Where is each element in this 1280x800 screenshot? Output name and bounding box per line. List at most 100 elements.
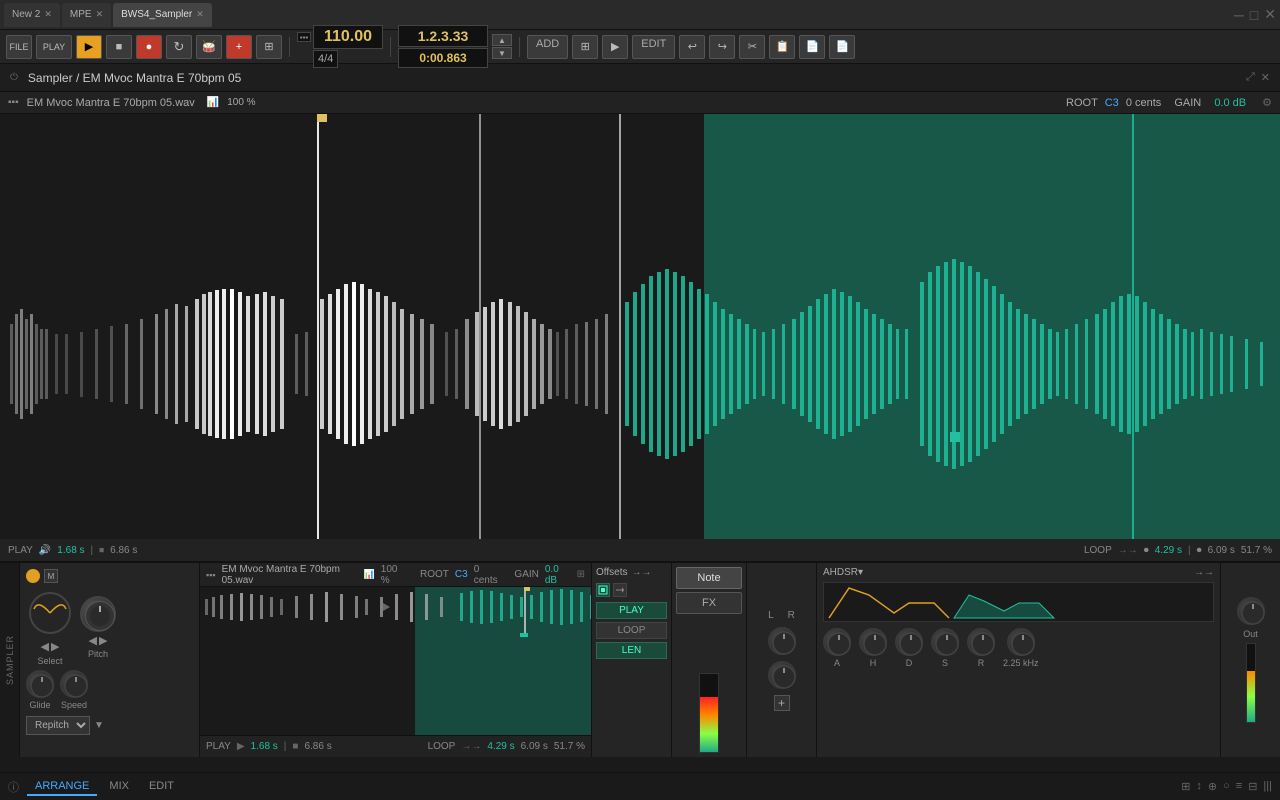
copy-button[interactable]: 📋	[769, 35, 795, 59]
d-knob[interactable]	[895, 628, 923, 656]
r-env-knob[interactable]	[967, 628, 995, 656]
status-icon4[interactable]: ○	[1223, 780, 1230, 793]
window-close-icon[interactable]: ✕	[1264, 6, 1276, 23]
undo-button[interactable]: ↩	[679, 35, 705, 59]
play-pos: 1.68 s	[57, 545, 84, 556]
record-button[interactable]: ●	[136, 35, 162, 59]
ahdsr-header: AHDSR▾ →→	[823, 567, 1214, 578]
waveform-settings-icon[interactable]: ⚙	[1262, 96, 1272, 109]
status-icon6[interactable]: ⊟	[1248, 780, 1257, 793]
offsets-icon1-svg	[598, 585, 608, 595]
play-offset-btn[interactable]: PLAY	[596, 602, 667, 619]
status-icon2[interactable]: ↕	[1196, 780, 1202, 793]
power-indicator[interactable]	[26, 569, 40, 583]
paste-button[interactable]: 📄	[799, 35, 825, 59]
add-button[interactable]: ADD	[527, 35, 568, 59]
tab-bws4[interactable]: BWS4_Sampler ✕	[113, 3, 212, 27]
mute-button[interactable]: M	[44, 569, 58, 583]
play-label-button[interactable]: PLAY	[36, 35, 72, 59]
mix-tab[interactable]: MIX	[101, 778, 137, 796]
metronome-button[interactable]: 🥁	[196, 35, 222, 59]
cursor-button[interactable]: ▶	[602, 35, 628, 59]
status-icon3[interactable]: ⊕	[1208, 780, 1217, 793]
repitch-select[interactable]: Repitch	[26, 716, 90, 735]
repitch-arrow[interactable]: ▼	[94, 720, 104, 731]
sampler-close-icon[interactable]: ✕	[1261, 71, 1270, 84]
freq-knob[interactable]	[1007, 628, 1035, 656]
pos-bars-display[interactable]: 1.2.3.33	[398, 25, 488, 47]
tab-new2[interactable]: New 2 ✕	[4, 3, 60, 27]
status-icon7[interactable]: |||	[1263, 780, 1272, 793]
edit-button[interactable]: EDIT	[632, 35, 675, 59]
r-knob[interactable]	[768, 661, 796, 689]
loop-start: 4.29 s	[1155, 545, 1182, 556]
loop-button[interactable]: ↻	[166, 35, 192, 59]
nudge-up-button[interactable]: ▲	[492, 34, 512, 46]
grid-button[interactable]: ⊞	[572, 35, 598, 59]
prev-arrow[interactable]: ◀	[41, 640, 49, 653]
offsets-section: Offsets →→ PLAY LOOP LEN	[592, 563, 672, 757]
status-icon1[interactable]: ⊞	[1181, 780, 1190, 793]
mini-waveform-header: ▪▪▪ EM Mvoc Mantra E 70bpm 05.wav 📊 100 …	[200, 563, 591, 587]
offsets-arrows-icon[interactable]: →→	[632, 567, 652, 578]
sampler-power-icon[interactable]: ⏻	[10, 72, 18, 83]
mini-waveform-canvas[interactable]	[200, 587, 591, 735]
play-button[interactable]: ▶	[76, 35, 102, 59]
prev-arrow2[interactable]: ◀	[89, 634, 97, 647]
note-button[interactable]: Note	[676, 567, 742, 589]
out-level-fill	[1247, 671, 1255, 722]
sampler-expand-icon[interactable]: ⤢	[1246, 71, 1255, 84]
file-button[interactable]: FILE	[6, 35, 32, 59]
fx-button[interactable]: FX	[676, 592, 742, 614]
ahdsr-arrow-icon[interactable]: →→	[1194, 567, 1214, 578]
loop-offset-btn[interactable]: LOOP	[596, 622, 667, 639]
out-knob[interactable]	[1237, 597, 1265, 625]
waveform-canvas[interactable]	[0, 114, 1280, 539]
cut-button[interactable]: ✂	[739, 35, 765, 59]
waveform-zoom-percent: 100 %	[227, 97, 255, 108]
stop-button[interactable]: ■	[106, 35, 132, 59]
pitch-knob[interactable]	[80, 596, 116, 632]
time-sig-display[interactable]: 4/4	[313, 50, 338, 68]
tab-mpe[interactable]: MPE ✕	[62, 3, 111, 27]
punch-button[interactable]: +	[226, 35, 252, 59]
l-knob[interactable]	[768, 627, 796, 655]
h-knob[interactable]	[859, 628, 887, 656]
status-icon5[interactable]: ≡	[1236, 780, 1242, 793]
h-label: H	[870, 658, 877, 668]
a-knob[interactable]	[823, 628, 851, 656]
next-arrow[interactable]: ▶	[51, 640, 59, 653]
status-info-icon[interactable]: ⓘ	[8, 779, 19, 795]
mini-play-label: PLAY	[206, 741, 231, 752]
knob-row-1: ◀ ▶ Select ◀ ▶	[26, 589, 193, 666]
tab-mpe-close[interactable]: ✕	[96, 9, 104, 20]
mini-loop-start2: 4.29 s	[487, 741, 514, 752]
bpm-display[interactable]: 110.00	[313, 25, 383, 49]
len-offset-btn[interactable]: LEN	[596, 642, 667, 659]
s-knob[interactable]	[931, 628, 959, 656]
paste2-button[interactable]: 📄	[829, 35, 855, 59]
offsets-icon2[interactable]	[613, 583, 627, 597]
total-len: 6.86 s	[110, 545, 137, 556]
mini-play-icon: ▶	[237, 741, 245, 752]
window-minimize-icon[interactable]: ─	[1234, 7, 1244, 23]
glide-knob[interactable]	[26, 670, 54, 698]
edit-tab[interactable]: EDIT	[141, 778, 182, 796]
pattern-button[interactable]: ⊞	[256, 35, 282, 59]
nudge-down-button[interactable]: ▼	[492, 47, 512, 59]
offsets-icon1[interactable]	[596, 583, 610, 597]
pos-time-display[interactable]: 0:00.863	[398, 48, 488, 68]
window-maximize-icon[interactable]: □	[1250, 7, 1258, 23]
controls-top-row: M	[26, 569, 193, 583]
redo-button[interactable]: ↪	[709, 35, 735, 59]
play-icon2: ⏹	[99, 545, 104, 556]
ahdsr-label[interactable]: AHDSR▾	[823, 567, 863, 578]
next-arrow2[interactable]: ▶	[99, 634, 107, 647]
add-channel-button[interactable]: +	[774, 695, 790, 711]
mini-expand-icon[interactable]: ⊞	[577, 569, 585, 580]
arrange-tab[interactable]: ARRANGE	[27, 778, 97, 796]
speed-knob[interactable]	[60, 670, 88, 698]
tab-new2-close[interactable]: ✕	[44, 9, 52, 20]
tab-bws4-close[interactable]: ✕	[196, 9, 204, 20]
offsets-header-row: Offsets →→	[596, 567, 667, 578]
